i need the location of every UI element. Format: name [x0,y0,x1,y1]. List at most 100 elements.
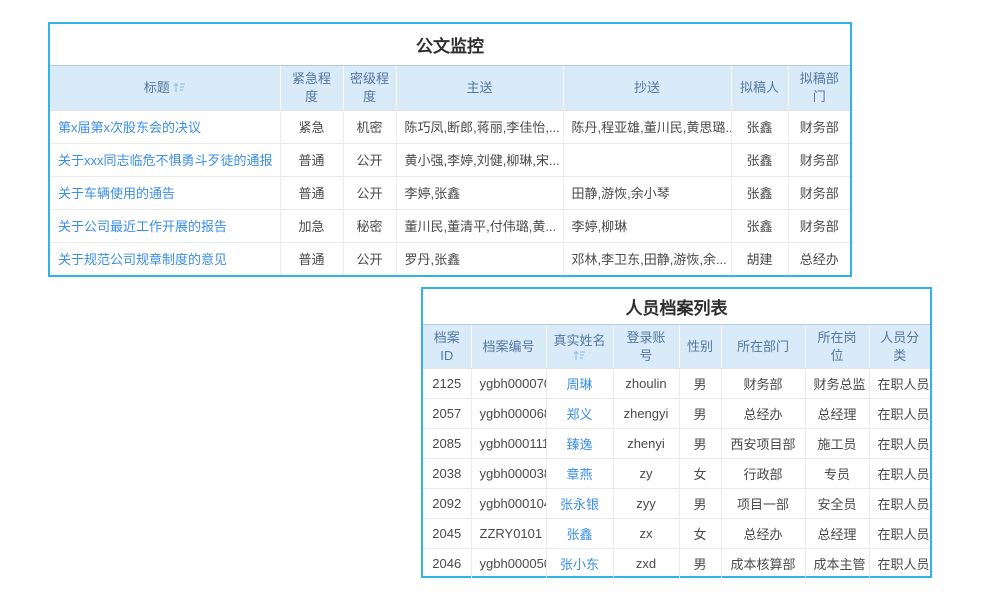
doc-title-link[interactable]: 关于xxx同志临危不惧勇斗歹徒的通报 [58,153,273,168]
col-header-gender: 性别 [679,325,721,369]
col-header-category: 人员分类 [869,325,930,369]
table-row: 关于公司最近工作开展的报告 加急 秘密 董川民,董清平,付伟璐,黄... 李婷,… [50,209,850,242]
draft-dept-cell: 财务部 [788,176,850,209]
department-cell: 总经办 [721,399,805,429]
category-cell: 在职人员 [869,429,930,459]
cc-cell: 陈丹,程亚雄,董川民,黄思璐... [563,110,731,143]
post-cell: 总经理 [805,399,869,429]
col-header-cc: 抄送 [563,66,731,110]
main-send-cell: 李婷,张鑫 [396,176,563,209]
draft-dept-cell: 总经办 [788,242,850,275]
archive-id-cell: 2038 [423,459,471,489]
doc-header-row: 标题 紧急程度 密级程度 主送 抄送 拟稿人 拟稿部门 [50,66,850,110]
secrecy-cell: 秘密 [343,209,396,242]
gender-cell: 男 [679,429,721,459]
table-row: 第x届第x次股东会的决议 紧急 机密 陈巧凤,断郎,蒋丽,李佳怡,... 陈丹,… [50,110,850,143]
cc-cell: 田静,游恢,余小琴 [563,176,731,209]
department-cell: 项目一部 [721,489,805,519]
table-row: 关于车辆使用的通告 普通 公开 李婷,张鑫 田静,游恢,余小琴 张鑫 财务部 [50,176,850,209]
department-cell: 总经办 [721,519,805,549]
main-send-cell: 董川民,董清平,付伟璐,黄... [396,209,563,242]
gender-cell: 女 [679,519,721,549]
archive-code-cell: ygbh000111 [471,429,546,459]
col-header-login-account: 登录账号 [613,325,679,369]
department-cell: 成本核算部 [721,549,805,579]
category-cell: 在职人员 [869,549,930,579]
login-account-cell: zhoulin [613,369,679,399]
doc-title-link[interactable]: 关于车辆使用的通告 [58,186,175,201]
cc-cell: 李婷,柳琳 [563,209,731,242]
gender-cell: 男 [679,489,721,519]
main-send-cell: 陈巧凤,断郎,蒋丽,李佳怡,... [396,110,563,143]
category-cell: 在职人员 [869,489,930,519]
login-account-cell: zhenyi [613,429,679,459]
main-send-cell: 罗丹,张鑫 [396,242,563,275]
urgency-cell: 紧急 [280,110,343,143]
sort-icon[interactable] [573,350,586,361]
archive-id-cell: 2092 [423,489,471,519]
table-row: 2092 ygbh000104 张永银 zyy 男 项目一部 安全员 在职人员 [423,489,930,519]
person-name-link[interactable]: 臻逸 [566,437,592,452]
category-cell: 在职人员 [869,369,930,399]
table-row: 关于xxx同志临危不惧勇斗歹徒的通报 普通 公开 黄小强,李婷,刘健,柳琳,宋.… [50,143,850,176]
col-header-department: 所在部门 [721,325,805,369]
col-header-secrecy: 密级程度 [343,66,396,110]
person-name-link[interactable]: 郑义 [566,407,592,422]
personnel-header-row: 档案ID 档案编号 真实姓名 登录账号 性别 所在部门 所在岗位 人员分类 [423,325,930,369]
drafter-cell: 张鑫 [731,110,788,143]
doc-title-link[interactable]: 关于规范公司规章制度的意见 [58,252,227,267]
category-cell: 在职人员 [869,399,930,429]
gender-cell: 男 [679,369,721,399]
secrecy-cell: 公开 [343,176,396,209]
table-row: 2085 ygbh000111 臻逸 zhenyi 男 西安项目部 施工员 在职… [423,429,930,459]
urgency-cell: 加急 [280,209,343,242]
login-account-cell: zy [613,459,679,489]
department-cell: 财务部 [721,369,805,399]
col-header-doc-title: 标题 [50,66,280,110]
post-cell: 成本主管 [805,549,869,579]
col-header-drafter: 拟稿人 [731,66,788,110]
person-name-link[interactable]: 张永银 [560,497,599,512]
col-header-real-name: 真实姓名 [546,325,613,369]
draft-dept-cell: 财务部 [788,110,850,143]
doc-title-link[interactable]: 第x届第x次股东会的决议 [58,120,201,135]
drafter-cell: 张鑫 [731,143,788,176]
doc-title-link[interactable]: 关于公司最近工作开展的报告 [58,219,227,234]
archive-id-cell: 2046 [423,549,471,579]
archive-code-cell: ygbh000038 [471,459,546,489]
gender-cell: 男 [679,399,721,429]
doc-monitor-table: 标题 紧急程度 密级程度 主送 抄送 拟稿人 拟稿部门 第x届第x次股东会的决议… [50,66,850,275]
table-row: 2125 ygbh000070 周琳 zhoulin 男 财务部 财务总监 在职… [423,369,930,399]
login-account-cell: zxd [613,549,679,579]
post-cell: 总经理 [805,519,869,549]
login-account-cell: zx [613,519,679,549]
gender-cell: 男 [679,549,721,579]
archive-code-cell: ygbh000068 [471,399,546,429]
doc-monitor-title: 公文监控 [50,24,850,66]
personnel-list-panel: 人员档案列表 档案ID 档案编号 真实姓名 登录账号 性别 所在部门 所在岗位 [421,287,932,578]
person-name-link[interactable]: 章燕 [566,467,592,482]
login-account-cell: zhengyi [613,399,679,429]
archive-code-cell: ygbh000104 [471,489,546,519]
person-name-link[interactable]: 周琳 [566,377,592,392]
secrecy-cell: 机密 [343,110,396,143]
drafter-cell: 张鑫 [731,176,788,209]
col-header-post: 所在岗位 [805,325,869,369]
table-row: 2045 ZZRY0101 张鑫 zx 女 总经办 总经理 在职人员 [423,519,930,549]
archive-code-cell: ygbh000050 [471,549,546,579]
main-send-cell: 黄小强,李婷,刘健,柳琳,宋... [396,143,563,176]
sort-icon[interactable] [173,82,186,93]
archive-code-cell: ZZRY0101 [471,519,546,549]
urgency-cell: 普通 [280,143,343,176]
person-name-link[interactable]: 张鑫 [566,527,592,542]
cc-cell: 邓林,李卫东,田静,游恢,余... [563,242,731,275]
archive-code-cell: ygbh000070 [471,369,546,399]
person-name-link[interactable]: 张小东 [560,557,599,572]
draft-dept-cell: 财务部 [788,209,850,242]
doc-monitor-panel: 公文监控 标题 紧急程度 密级程度 主送 抄送 拟稿人 拟稿部门 第x届第x次股… [48,22,852,277]
archive-id-cell: 2125 [423,369,471,399]
col-header-archive-id: 档案ID [423,325,471,369]
drafter-cell: 胡建 [731,242,788,275]
archive-id-cell: 2045 [423,519,471,549]
urgency-cell: 普通 [280,176,343,209]
